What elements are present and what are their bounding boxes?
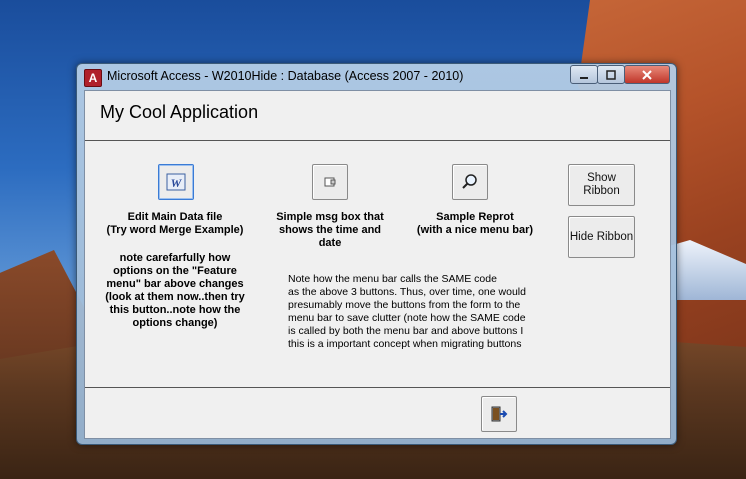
menu-note-line3: presumably move the buttons from the for… [288, 299, 521, 311]
edit-main-caption: Edit Main Data file (Try word Merge Exam… [100, 211, 250, 237]
close-button[interactable] [624, 65, 670, 84]
form-header: My Cool Application [85, 91, 670, 140]
exit-button[interactable] [481, 396, 517, 432]
show-ribbon-label-line1: Show [587, 172, 616, 184]
sample-report-button[interactable] [452, 164, 488, 200]
msg-box-caption-line1: Simple msg box that [276, 211, 384, 223]
feature-note-line1: note carefarfully how [119, 252, 231, 264]
hide-ribbon-button[interactable]: Hide Ribbon [568, 216, 635, 258]
menu-bar-note: Note how the menu bar calls the SAME cod… [288, 273, 558, 351]
minimize-icon [580, 76, 588, 79]
svg-text:W: W [171, 176, 183, 190]
menu-note-line6: this is a important concept when migrati… [288, 338, 522, 350]
menu-note-line4: menu bar to save clutter (note how the S… [288, 312, 526, 324]
message-box-icon [324, 177, 336, 187]
menu-note-line1: Note how the menu bar calls the SAME cod… [288, 273, 497, 285]
feature-note-line5: this button..note how the [109, 304, 241, 316]
hide-ribbon-label: Hide Ribbon [569, 230, 634, 243]
msg-box-button[interactable] [312, 164, 348, 200]
footer-divider [85, 387, 670, 388]
exit-door-icon [491, 406, 508, 422]
maximize-icon [606, 69, 616, 80]
msg-box-caption-line2: shows the time and [278, 224, 382, 236]
msg-box-caption-line3: date [318, 237, 342, 249]
access-app-icon[interactable]: A [84, 69, 102, 87]
show-ribbon-label-line2: Ribbon [583, 185, 620, 197]
access-window: A Microsoft Access - W2010Hide : Databas… [76, 63, 677, 445]
show-ribbon-button[interactable]: Show Ribbon [568, 164, 635, 206]
minimize-button[interactable] [570, 65, 598, 84]
msg-box-caption: Simple msg box that shows the time and d… [265, 211, 395, 250]
sample-report-caption: Sample Reprot (with a nice menu bar) [400, 211, 550, 237]
menu-note-line5: is called by both the menu bar and above… [288, 325, 524, 337]
feature-note-line3: menu" bar above changes [106, 278, 244, 290]
edit-main-caption-line2: (Try word Merge Example) [106, 224, 244, 236]
title-bar[interactable]: A Microsoft Access - W2010Hide : Databas… [77, 64, 676, 90]
form-client-area: My Cool Application W Edit Main Data fil… [84, 90, 671, 439]
window-title: Microsoft Access - W2010Hide : Database … [107, 69, 464, 83]
sample-report-caption-line2: (with a nice menu bar) [416, 224, 534, 236]
maximize-button[interactable] [597, 65, 625, 84]
feature-menu-note: note carefarfully how options on the "Fe… [95, 252, 255, 330]
edit-main-caption-line1: Edit Main Data file [127, 211, 223, 223]
close-icon [642, 69, 652, 80]
magnifier-icon [462, 174, 477, 189]
feature-note-line6: options change) [132, 317, 218, 329]
word-icon: W [166, 173, 186, 191]
edit-main-data-button[interactable]: W [158, 164, 194, 200]
menu-note-line2: as the above 3 buttons. Thus, over time,… [288, 286, 526, 298]
feature-note-line2: options on the "Feature [113, 265, 237, 277]
sample-report-caption-line1: Sample Reprot [436, 211, 514, 223]
feature-note-line4: (look at them now..then try [105, 291, 245, 303]
form-title: My Cool Application [100, 102, 259, 122]
header-divider [85, 140, 670, 141]
